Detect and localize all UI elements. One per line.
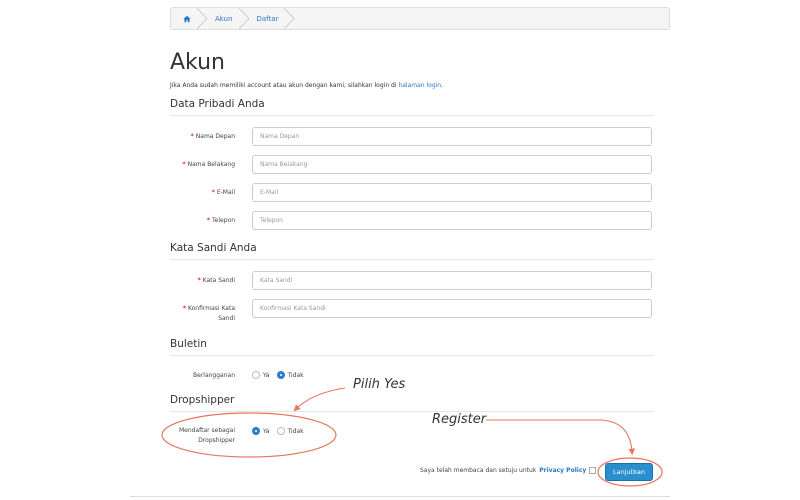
annotation-arrow-pilih-yes [293,387,346,412]
privacy-policy-link[interactable]: Privacy Policy [539,467,586,474]
privacy-agreement: Saya telah membaca dan setuju untuk Priv… [420,467,597,474]
privacy-agree-checkbox[interactable] [589,467,597,474]
annotation-circle-dropshipper [161,412,337,458]
annotation-overlay [161,387,663,487]
annotation-arrow-register [486,419,636,456]
continue-button[interactable]: Lanjutkan [605,463,653,481]
agree-text: Saya telah membaca dan setuju untuk [420,467,537,474]
footer-divider [130,496,670,497]
